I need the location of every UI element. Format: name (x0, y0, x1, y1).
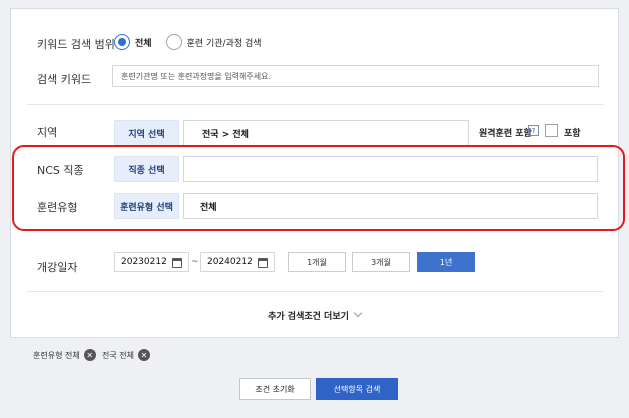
include-remote-checkbox[interactable] (545, 124, 558, 137)
start-date-from-value: 20230212 (121, 257, 167, 267)
search-scope-radios: 전체 훈련 기관/과정 검색 (114, 34, 276, 50)
close-icon[interactable]: ✕ (137, 349, 150, 361)
include-label: 포함 (564, 129, 581, 139)
search-selected-button[interactable]: 선택항목 검색 (316, 378, 398, 400)
date-range-separator: ~ (191, 257, 199, 267)
ncs-label: NCS 직종 (37, 164, 84, 177)
region-label: 지역 (37, 126, 58, 139)
period-1-month-button[interactable]: 1개월 (288, 252, 346, 272)
more-conditions-label: 추가 검색조건 더보기 (268, 312, 349, 322)
ncs-select-button[interactable]: 직종 선택 (114, 156, 179, 182)
filter-tag-region: 전국 전체 ✕ (102, 349, 150, 361)
help-icon[interactable]: ? (528, 125, 539, 136)
chevron-down-icon (353, 308, 363, 318)
start-date-label: 개강일자 (37, 261, 78, 274)
more-conditions-toggle[interactable]: 추가 검색조건 더보기 (11, 308, 618, 322)
region-select-button[interactable]: 지역 선택 (114, 120, 179, 146)
period-1-year-button[interactable]: 1년 (417, 252, 475, 272)
remote-training-label: 원격훈련 포함 (479, 129, 532, 139)
region-value-field[interactable]: 전국 > 전체 (183, 120, 469, 146)
period-3-month-button[interactable]: 3개월 (352, 252, 410, 272)
training-type-select-button[interactable]: 훈련유형 선택 (114, 193, 179, 219)
divider (27, 291, 604, 292)
training-type-value-field[interactable]: 전체 (183, 193, 598, 219)
start-date-to-value: 20240212 (207, 257, 253, 267)
radio-scope-institution-label[interactable]: 훈련 기관/과정 검색 (187, 36, 262, 49)
search-scope-label: 키워드 검색 범위 (37, 38, 115, 51)
search-panel: 키워드 검색 범위 전체 훈련 기관/과정 검색 검색 키워드 훈련기관명 또는… (10, 8, 619, 338)
close-icon[interactable]: ✕ (83, 349, 96, 361)
start-date-to-input[interactable]: 20240212 (200, 252, 275, 272)
keyword-label: 검색 키워드 (37, 73, 92, 86)
filter-tag-label: 훈련유형 전체 (33, 350, 80, 360)
radio-scope-institution[interactable] (165, 34, 182, 50)
radio-scope-all[interactable] (114, 34, 130, 50)
start-date-from-input[interactable]: 20230212 (114, 252, 189, 272)
radio-scope-all-label[interactable]: 전체 (135, 36, 152, 49)
ncs-value-field[interactable] (183, 156, 598, 182)
divider (27, 104, 604, 105)
calendar-icon[interactable] (258, 258, 268, 268)
keyword-input[interactable]: 훈련기관명 또는 훈련과정명을 입력해주세요. (112, 65, 599, 87)
training-type-label: 훈련유형 (37, 201, 78, 214)
calendar-icon[interactable] (172, 258, 182, 268)
filter-tag-label: 전국 전체 (102, 350, 134, 360)
reset-conditions-button[interactable]: 조건 초기화 (239, 378, 311, 400)
filter-tag-training-type: 훈련유형 전체 ✕ (33, 349, 96, 361)
